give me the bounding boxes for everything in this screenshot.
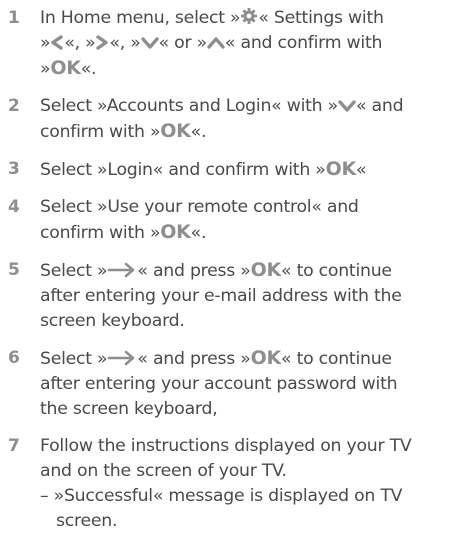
ok-button-label: OK bbox=[250, 347, 282, 369]
step-text-part: « and press » bbox=[137, 349, 251, 369]
instruction-list: 1 In Home menu, select » « Settings with … bbox=[0, 0, 456, 550]
step-text-part: confirm with » bbox=[40, 122, 161, 142]
step-number: 4 bbox=[8, 197, 20, 217]
step-text-part: Select »Use your remote control« and bbox=[40, 197, 359, 217]
step-number: 1 bbox=[8, 8, 20, 28]
step-text-part: «, » bbox=[64, 33, 96, 53]
step-text-part: after entering your e-mail address with … bbox=[40, 286, 402, 306]
gear-icon bbox=[241, 8, 258, 24]
step-text-part: and on the screen of your TV. bbox=[40, 461, 287, 481]
ok-button-label: OK bbox=[50, 57, 81, 79]
right-arrow-icon bbox=[108, 262, 135, 278]
step-text-part: Select »Accounts and Login« with » bbox=[40, 96, 338, 116]
step-text: Select »Login« and confirm with »OK« bbox=[40, 157, 452, 183]
ok-button-label: OK bbox=[160, 120, 191, 142]
step-text-part: « Settings with bbox=[258, 8, 384, 28]
step-number: 6 bbox=[8, 348, 20, 368]
step-text-part: » bbox=[40, 33, 51, 53]
step-text-part: « bbox=[355, 160, 367, 180]
step-number: 7 bbox=[8, 436, 20, 456]
step-text-part: « to continue bbox=[281, 261, 392, 281]
step-text-part: « and bbox=[355, 96, 404, 116]
step-text-part: Select »Login« and confirm with » bbox=[40, 160, 326, 180]
step-sub-item: screen. bbox=[56, 511, 118, 531]
step-text-part: Follow the instructions displayed on you… bbox=[40, 436, 412, 456]
step-text-part: » bbox=[40, 59, 51, 79]
right-chevron-icon bbox=[96, 35, 109, 50]
down-chevron-icon bbox=[140, 37, 159, 49]
ok-button-label: OK bbox=[160, 221, 191, 243]
step-text-part: after entering your account password wit… bbox=[40, 374, 398, 394]
step-text: In Home menu, select » « Settings with » «… bbox=[40, 6, 452, 82]
step-text: Select »Accounts and Login« with » « and … bbox=[40, 94, 452, 145]
step-text-part: «. bbox=[190, 223, 207, 243]
down-chevron-icon bbox=[338, 100, 356, 112]
step-text-part: the screen keyboard, bbox=[40, 399, 218, 419]
step-text-part: Select » bbox=[40, 261, 108, 281]
step-text-part: In Home menu, select » bbox=[40, 8, 241, 28]
step-text-part: « or » bbox=[158, 33, 208, 53]
step-text: Select » « and press »OK« to continue aft… bbox=[40, 346, 452, 422]
step-text-part: « and press » bbox=[137, 261, 251, 281]
ok-button-label: OK bbox=[325, 158, 357, 180]
step-text-part: «. bbox=[190, 122, 207, 142]
step-number: 5 bbox=[8, 260, 20, 280]
step-text: Follow the instructions displayed on you… bbox=[40, 434, 452, 534]
step-text-part: « to continue bbox=[281, 349, 392, 369]
left-chevron-icon bbox=[51, 35, 64, 50]
step-text-part: «. bbox=[80, 59, 97, 79]
step-text: Select » « and press »OK« to continue aft… bbox=[40, 258, 452, 334]
up-chevron-icon bbox=[207, 37, 225, 49]
step-text: Select »Use your remote control« and con… bbox=[40, 195, 452, 246]
ok-button-label: OK bbox=[250, 259, 282, 281]
step-number: 2 bbox=[8, 96, 20, 116]
step-number: 3 bbox=[8, 159, 20, 179]
step-text-part: « and confirm with bbox=[224, 33, 383, 53]
step-text-part: Select » bbox=[40, 349, 108, 369]
step-text-part: screen keyboard. bbox=[40, 311, 185, 331]
right-arrow-icon bbox=[108, 350, 135, 366]
step-text-part: «, » bbox=[109, 33, 141, 53]
step-sub-item: – »Successful« message is displayed on T… bbox=[40, 486, 403, 506]
step-text-part: confirm with » bbox=[40, 223, 161, 243]
